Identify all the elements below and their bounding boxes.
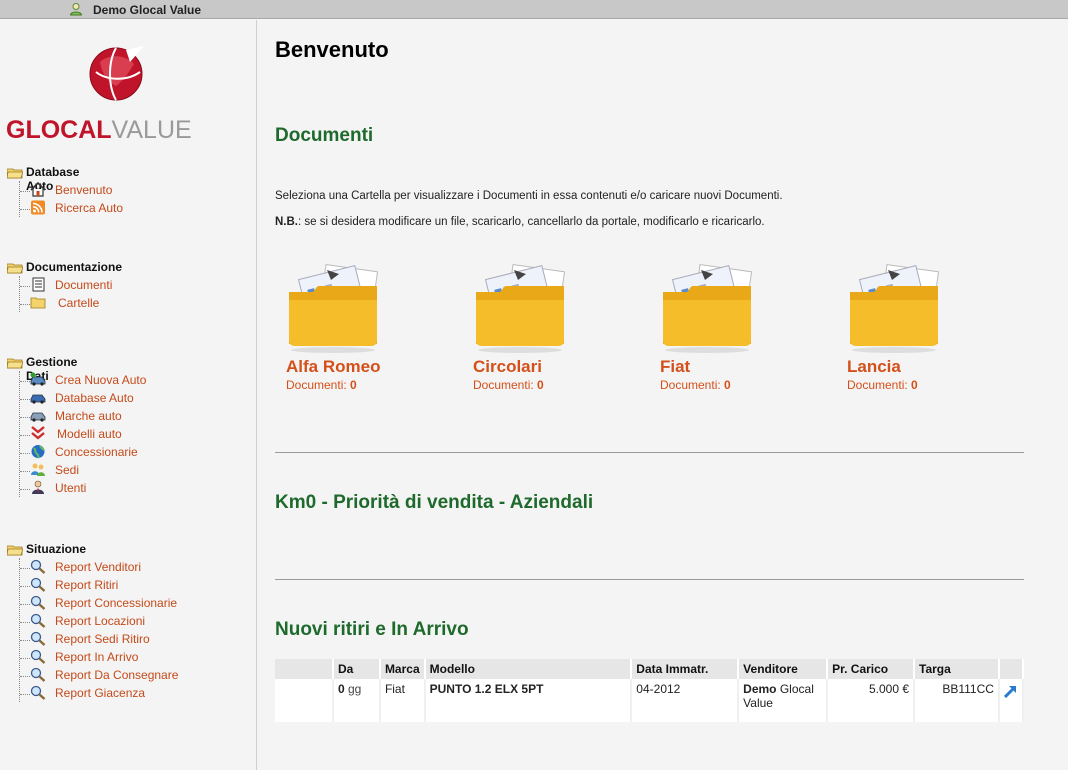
folder-open-icon [7, 263, 23, 274]
folder-name[interactable]: Circolari [473, 357, 542, 377]
column-header-pr-carico[interactable]: Pr. Carico [828, 659, 916, 679]
group-icon [31, 463, 45, 476]
folder-name[interactable]: Alfa Romeo [286, 357, 380, 377]
nav-group-documentazione: Documentazione Documenti Cartelle [6, 260, 122, 312]
folder-card-lancia[interactable]: Lancia Documenti: 0 [836, 262, 986, 392]
cell-pr-carico: 5.000 € [828, 679, 916, 722]
documents-folder-icon [850, 264, 940, 353]
column-header-targa[interactable]: Targa [915, 659, 1000, 679]
open-arrow-icon[interactable] [1003, 684, 1018, 699]
magnifier-icon [30, 595, 46, 610]
page-title: Benvenuto [275, 37, 389, 62]
globe-icon [31, 445, 45, 459]
nav-group-database-auto: Database Auto Benvenuto Ricerca Auto [6, 165, 123, 217]
column-header-venditore[interactable]: Venditore [739, 659, 829, 679]
cell-data-immatr: 04-2012 [632, 679, 740, 722]
cell-da: 0 gg [333, 679, 381, 722]
globe-logo-icon [89, 46, 144, 101]
magnifier-icon [30, 667, 46, 682]
nav-group-items: Crea Nuova Auto Database Auto Marche aut… [19, 371, 146, 497]
documenti-intro: Seleziona una Cartella per visualizzare … [275, 190, 783, 202]
documents-folder-icon [476, 264, 566, 353]
column-header-marca[interactable]: Marca [380, 659, 426, 679]
cell-targa: BB111CC [915, 679, 1000, 722]
column-header-action [999, 659, 1024, 679]
table-header-row: Da Marca Modello Data Immatr. Venditore … [275, 659, 1024, 679]
nav-group-header[interactable]: Documentazione [6, 260, 122, 276]
nav-group-items: Benvenuto Ricerca Auto [19, 181, 123, 217]
folder-card-alfa-romeo[interactable]: Alfa Romeo Documenti: 0 [275, 262, 425, 392]
rss-icon [31, 200, 45, 215]
documents-folder-icon [289, 264, 379, 353]
nav-group-header[interactable]: Gestione Dati [6, 355, 77, 383]
section-heading-nuovi-ritiri: Nuovi ritiri e In Arrivo [275, 619, 469, 640]
car-add-icon [30, 372, 46, 386]
nav-group-header[interactable]: Situazione [6, 542, 86, 558]
folder-card-circolari[interactable]: Circolari Documenti: 0 [462, 262, 612, 392]
document-icon [32, 277, 45, 292]
magnifier-icon [30, 631, 46, 646]
logo-wordmark: GLOCALVALUE [6, 116, 192, 144]
magnifier-icon [30, 685, 46, 700]
nav-group-situazione: Situazione Report Venditori Report Ritir… [6, 542, 178, 702]
car-grey-icon [30, 412, 46, 422]
chevrons-down-icon [31, 426, 45, 440]
ritiri-table: Da Marca Modello Data Immatr. Venditore … [275, 659, 1024, 722]
folder-card-fiat[interactable]: Fiat Documenti: 0 [649, 262, 799, 392]
section-heading-km0: Km0 - Priorità di vendita - Aziendali [275, 492, 594, 513]
magnifier-icon [30, 649, 46, 664]
nav-group-gestione-dati: Gestione Dati Crea Nuova Auto Database A… [6, 355, 146, 497]
section-heading-documenti: Documenti [275, 125, 374, 146]
folder-document-count: Documenti: 0 [847, 378, 918, 392]
nav-group-items: Documenti Cartelle [19, 276, 112, 312]
magnifier-icon [30, 613, 46, 628]
cell-modello: PUNTO 1.2 ELX 5PT [425, 679, 633, 722]
documents-folder-icon [663, 264, 753, 353]
column-header-data-immatr[interactable]: Data Immatr. [632, 659, 740, 679]
folder-open-icon [7, 358, 23, 369]
cell-action [999, 679, 1024, 722]
folder-document-count: Documenti: 0 [660, 378, 731, 392]
folder-name[interactable]: Fiat [660, 357, 690, 377]
folder-document-count: Documenti: 0 [473, 378, 544, 392]
car-blue-icon [30, 394, 46, 404]
status-badge: Disponibile Usato [275, 679, 334, 722]
user-icon [69, 3, 83, 16]
cell-venditore: Demo Glocal Value [739, 679, 829, 722]
nav-group-items: Report Venditori Report Ritiri Report Co… [19, 558, 178, 702]
user-tie-icon [32, 480, 44, 494]
folder-open-icon [7, 168, 23, 179]
folder-document-count: Documenti: 0 [286, 378, 357, 392]
documenti-note: N.B.: se si desidera modificare un file,… [275, 216, 765, 228]
magnifier-icon [30, 559, 46, 574]
sidebar: GLOCALVALUE Database Auto Benvenuto Rice… [0, 20, 257, 770]
divider [275, 579, 1024, 580]
current-user-name[interactable]: Demo Glocal Value [93, 3, 201, 17]
column-header-da[interactable]: Da [333, 659, 381, 679]
glocal-value-logo[interactable]: GLOCALVALUE [6, 42, 230, 144]
column-header-modello[interactable]: Modello [425, 659, 633, 679]
cell-marca: Fiat [380, 679, 426, 722]
home-icon [30, 182, 46, 197]
column-header-status [275, 659, 334, 679]
folder-name[interactable]: Lancia [847, 357, 901, 377]
folder-icon [30, 297, 46, 309]
table-row[interactable]: Disponibile Usato 0 gg Fiat PUNTO 1.2 EL… [275, 679, 1024, 722]
top-bar: Demo Glocal Value [0, 0, 1068, 19]
folder-open-icon [7, 545, 23, 556]
nav-group-header[interactable]: Database Auto [6, 165, 79, 193]
magnifier-icon [30, 577, 46, 592]
divider [275, 452, 1024, 453]
